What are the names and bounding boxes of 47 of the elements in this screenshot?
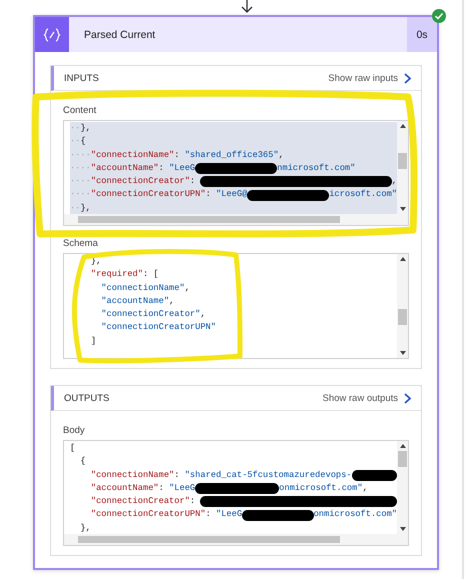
vertical-scrollbar[interactable]: [397, 254, 408, 358]
code-line: ]: [90, 334, 98, 348]
braces-icon: [43, 28, 61, 42]
redaction-mark: [352, 470, 397, 481]
code-line: "connectionCreator",: [100, 308, 207, 322]
duration-label: 0s: [407, 17, 437, 52]
show-raw-link[interactable]: Show raw inputs: [328, 72, 411, 84]
scroll-up-icon[interactable]: [400, 124, 406, 128]
field-label: Content: [63, 105, 96, 116]
code-line: [: [70, 442, 76, 455]
scroll-down-icon[interactable]: [400, 527, 406, 531]
scroll-down-icon[interactable]: [400, 207, 406, 211]
card-header[interactable]: Parsed Current 0s: [35, 15, 437, 52]
scroll-up-icon[interactable]: [400, 257, 406, 261]
down-arrow-icon: [241, 0, 253, 14]
code-line: "connectionCreatorUPN": "LeeG onmicrosoft.com": [90, 508, 397, 522]
section-heading: OUTPUTS: [64, 392, 110, 404]
code-line: "accountName": "LeeG onmicrosoft.com",: [90, 482, 369, 496]
vertical-scrollbar[interactable]: [397, 441, 408, 534]
section-heading: INPUTS: [64, 72, 99, 84]
code-line: "connectionName",: [100, 282, 191, 295]
horizontal-scrollbar[interactable]: [64, 214, 408, 225]
field-label: Body: [63, 425, 85, 436]
scroll-down-icon[interactable]: [400, 351, 406, 355]
horizontal-scrollbar[interactable]: [64, 534, 408, 545]
scroll-up-icon[interactable]: [400, 444, 406, 448]
show-raw-link[interactable]: Show raw outputs: [322, 392, 411, 404]
card-title: Parsed Current: [84, 28, 156, 40]
code-line: {: [79, 455, 87, 468]
scrollbar-thumb[interactable]: [78, 216, 340, 223]
code-line: "connectionCreator":: [70, 495, 397, 508]
chevron-right-icon: [404, 392, 411, 404]
vertical-scrollbar[interactable]: [397, 121, 408, 214]
code-line: "accountName",: [100, 294, 176, 308]
redaction-mark: [242, 510, 314, 521]
code-line: "required": [: [90, 268, 160, 282]
chevron-right-icon: [404, 72, 411, 84]
scrollbar-thumb[interactable]: [78, 536, 340, 543]
code-line: },: [79, 522, 92, 534]
scrollbar-thumb[interactable]: [398, 153, 407, 169]
field-label: Schema: [63, 238, 98, 249]
code-editor[interactable]: [ { "connectionName": "shared_cat-5fcustomazuredevops- "accountName": "LeeG onmicrosoft.com", "connectionCreator": "connectionCreatorUPN": "LeeG onmicrosoft.com" },: [63, 440, 409, 546]
code-editor[interactable]: ··}, ··{ ····"connectionName": "shared_office365", ····"accountName": "LeeG nmicrosoft.com" ····"connectionCreator": , ····"connectionCreatorUPN": "LeeG@ icrosoft.com" ··},: [63, 120, 409, 226]
scrollbar-thumb[interactable]: [398, 451, 407, 467]
code-line: "connectionName": "shared_cat-5fcustomazuredevops-: [70, 468, 397, 482]
code-line: "connectionCreatorUPN": [100, 321, 217, 334]
scrollbar-thumb[interactable]: [398, 309, 407, 325]
